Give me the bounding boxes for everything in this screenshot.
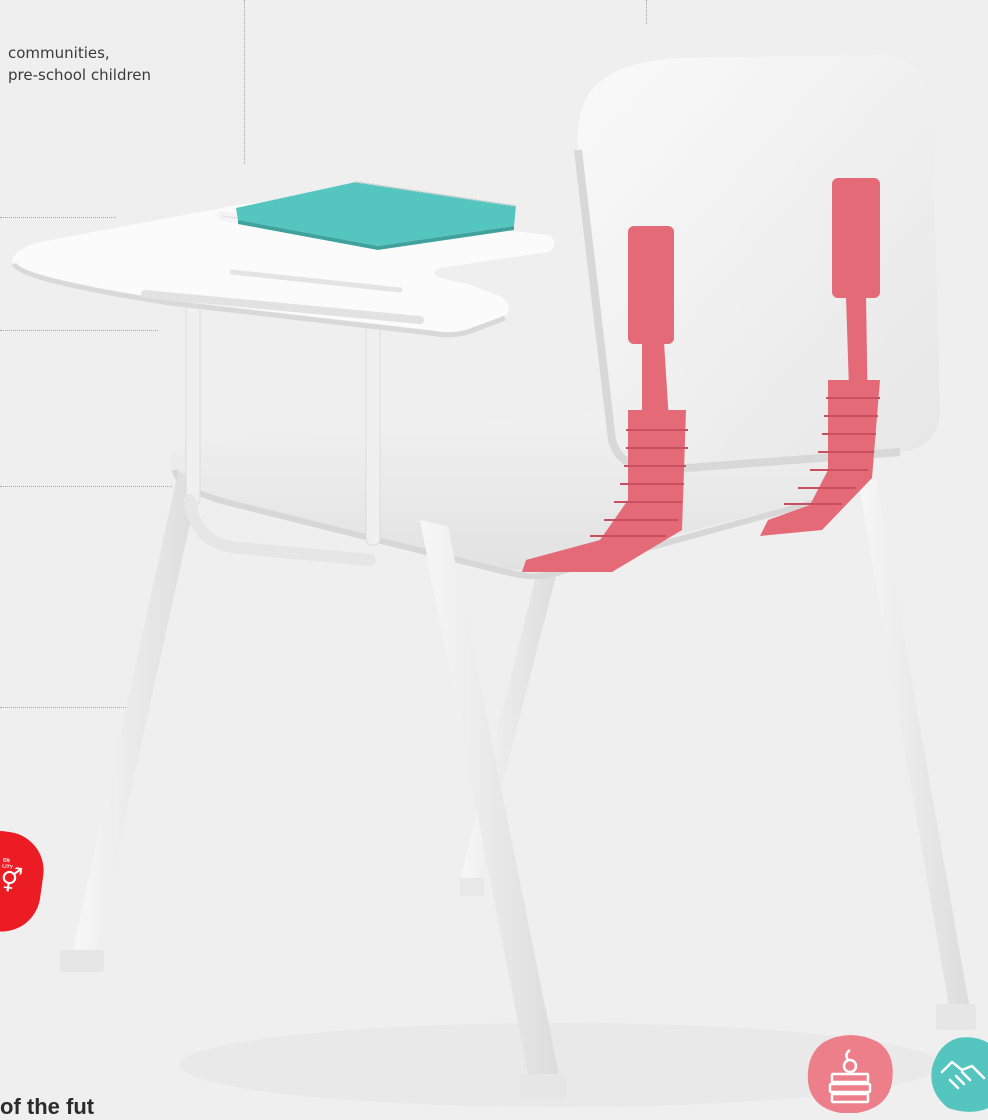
section-heading: of the fut bbox=[0, 1094, 95, 1119]
books-apple-icon bbox=[807, 1035, 893, 1113]
gender-symbol-icon: ⚥ bbox=[0, 865, 24, 897]
school-chair-illustration bbox=[11, 55, 976, 1107]
page-canvas: communities, pre-school children ER LITY… bbox=[0, 0, 988, 1119]
handshake-icon bbox=[931, 1037, 988, 1112]
